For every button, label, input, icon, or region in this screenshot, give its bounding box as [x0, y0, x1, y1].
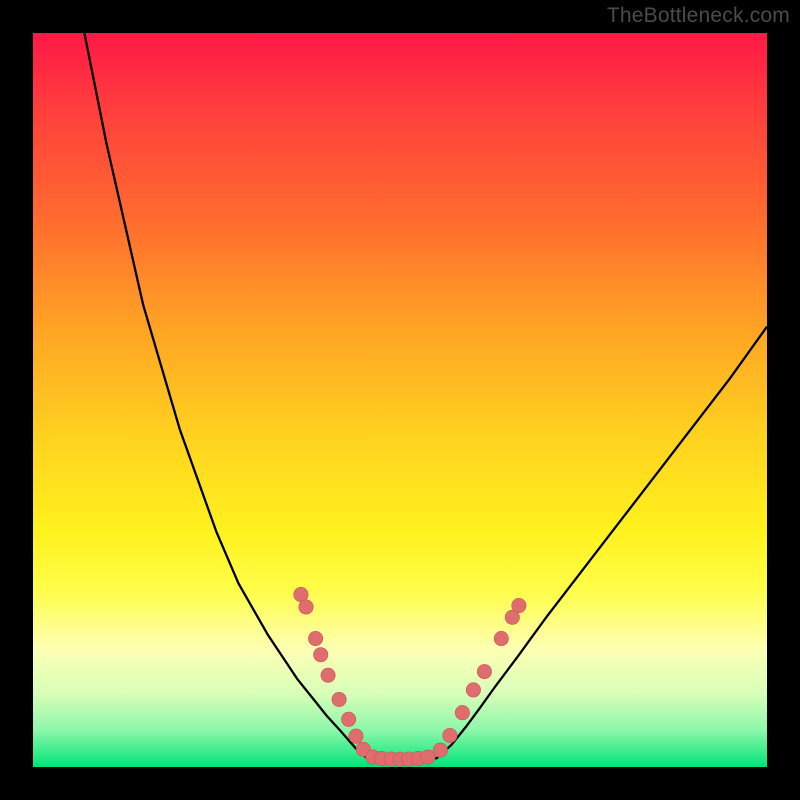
curve-marker	[494, 631, 508, 645]
bottleneck-curve	[84, 33, 767, 761]
chart-svg	[33, 33, 767, 767]
chart-outer-frame: TheBottleneck.com	[0, 0, 800, 800]
curve-marker	[341, 712, 355, 726]
curve-marker	[477, 664, 491, 678]
plot-area	[33, 33, 767, 767]
curve-marker	[299, 600, 313, 614]
curve-marker	[455, 705, 469, 719]
curve-marker	[349, 729, 363, 743]
curve-marker	[421, 750, 435, 764]
curve-marker	[321, 668, 335, 682]
watermark-label: TheBottleneck.com	[607, 4, 790, 28]
curve-marker	[314, 648, 328, 662]
curve-marker	[308, 631, 322, 645]
curve-marker	[443, 728, 457, 742]
curve-marker	[433, 743, 447, 757]
curve-marker	[332, 692, 346, 706]
curve-marker	[512, 598, 526, 612]
curve-marker	[466, 683, 480, 697]
curve-markers	[294, 587, 526, 766]
